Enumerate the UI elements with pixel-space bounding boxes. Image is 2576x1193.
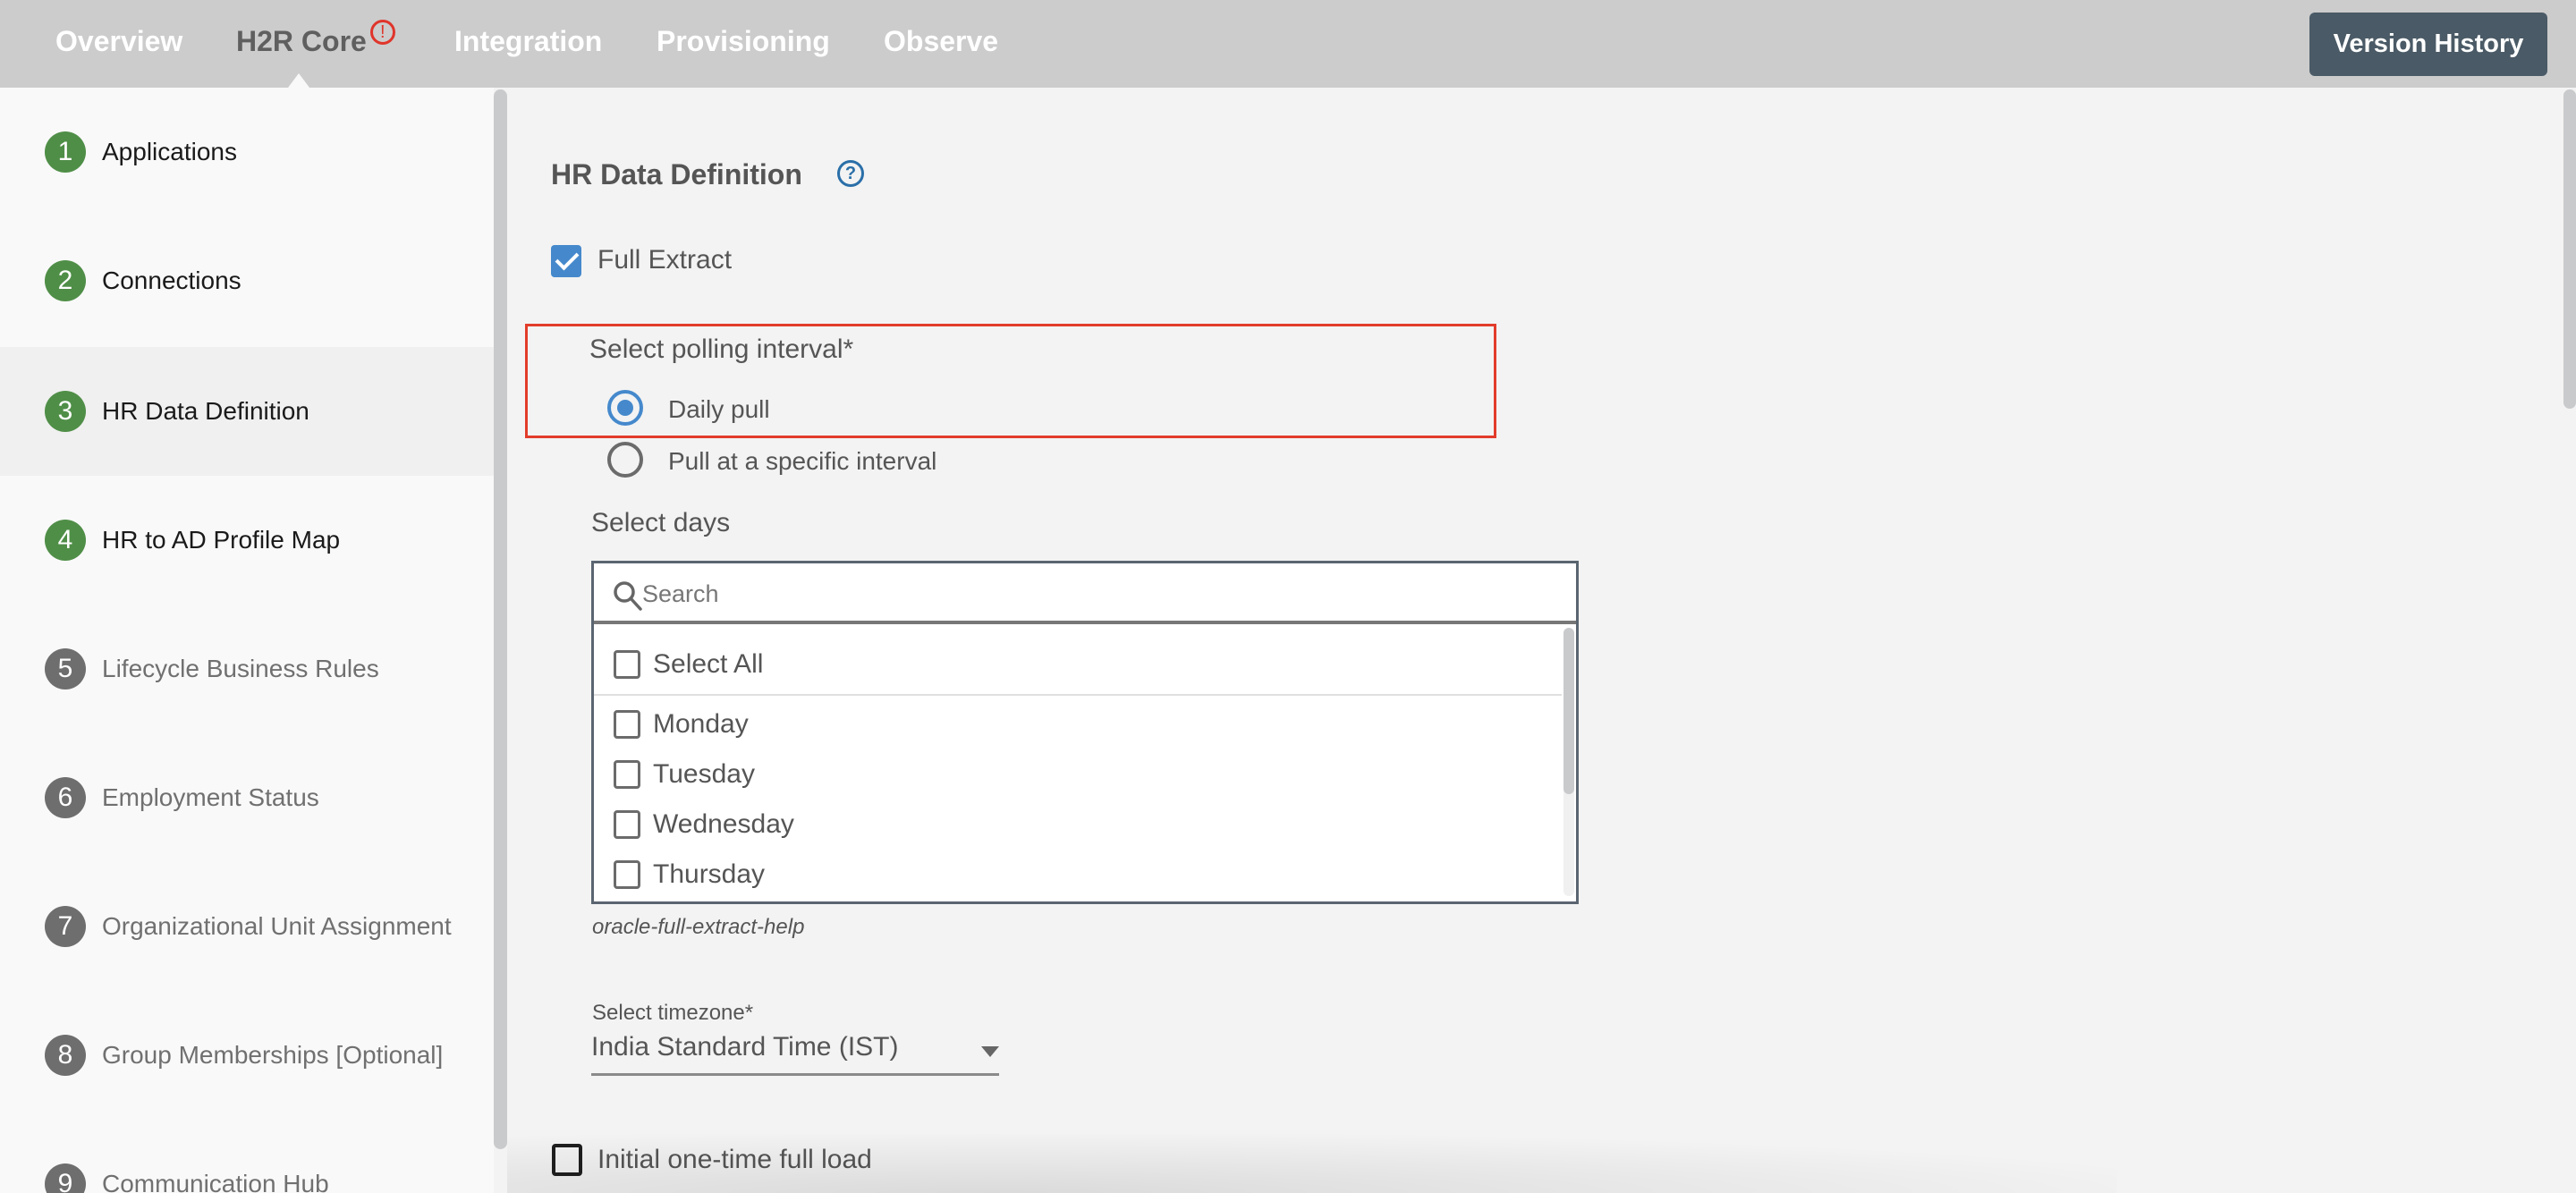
top-navigation: Overview H2R Core ! Integration Provisio… [0,0,2576,88]
step-label: Group Memberships [Optional] [102,1041,444,1069]
alert-icon: ! [369,20,395,45]
sidebar-step-lifecycle-business-rules[interactable]: 5 Lifecycle Business Rules [0,605,494,733]
day-option-thursday[interactable]: Thursday [594,850,1562,896]
select-all-checkbox[interactable] [614,650,640,679]
sidebar-step-organizational-unit-assignment[interactable]: 7 Organizational Unit Assignment [0,862,494,991]
daily-pull-radio[interactable] [607,390,643,426]
step-label: Connections [102,267,242,294]
day-label: Thursday [653,859,766,889]
day-checkbox[interactable] [614,710,640,739]
select-days-label: Select days [591,508,731,537]
specific-interval-radio[interactable] [607,442,643,478]
tab-integration[interactable]: Integration [454,25,602,58]
step-label: Organizational Unit Assignment [102,912,452,940]
help-icon[interactable]: ? [837,160,864,187]
main-content: HR Data Definition ? Full Extract Select… [507,88,2576,1193]
days-list-scrollbar[interactable] [1563,628,1574,896]
sidebar-step-applications[interactable]: 1 Applications [0,88,494,216]
step-label: HR to AD Profile Map [102,526,341,554]
day-option-monday[interactable]: Monday [594,699,1562,749]
full-extract-checkbox[interactable] [551,245,581,277]
page-title: HR Data Definition [551,158,802,190]
days-list: Select All Monday Tuesday Wednesday Thur… [594,628,1576,896]
sidebar-scrollbar[interactable] [494,89,507,1149]
steps-sidebar: 1 Applications 2 Connections 3 HR Data D… [0,88,494,1193]
tab-provisioning[interactable]: Provisioning [657,25,830,58]
main-scrollbar[interactable] [2563,89,2576,409]
step-label: Communication Hub [102,1170,329,1193]
step-label: HR Data Definition [102,397,309,425]
day-label: Tuesday [653,759,755,789]
initial-load-label: Initial one-time full load [597,1145,872,1174]
full-extract-label: Full Extract [597,245,733,275]
helper-text: oracle-full-extract-help [592,915,805,939]
day-checkbox[interactable] [614,860,640,889]
days-search [594,563,1576,624]
day-option-wednesday[interactable]: Wednesday [594,800,1562,850]
step-number-badge: 3 [45,391,86,432]
step-label: Lifecycle Business Rules [102,655,379,682]
timezone-value: India Standard Time (IST) [591,1032,899,1062]
tab-observe[interactable]: Observe [884,25,998,58]
search-icon [614,581,642,611]
sidebar-step-employment-status[interactable]: 6 Employment Status [0,733,494,862]
step-number-badge: 6 [45,777,86,818]
select-all-label: Select All [653,649,764,679]
active-tab-indicator [288,73,309,88]
select-all-option[interactable]: Select All [594,628,1562,696]
step-number-badge: 1 [45,131,86,173]
days-multiselect: Select All Monday Tuesday Wednesday Thur… [591,561,1579,904]
step-number-badge: 4 [45,520,86,561]
step-number-badge: 5 [45,648,86,690]
sidebar-step-communication-hub[interactable]: 9 Communication Hub [0,1120,494,1193]
tab-h2r-core-label: H2R Core [236,25,367,57]
day-checkbox[interactable] [614,760,640,789]
sidebar-step-group-memberships[interactable]: 8 Group Memberships [Optional] [0,991,494,1120]
daily-pull-label: Daily pull [668,395,770,423]
tab-h2r-core[interactable]: H2R Core ! [236,20,395,58]
day-label: Monday [653,709,749,739]
timezone-label: Select timezone* [592,1001,754,1025]
step-number-badge: 2 [45,260,86,301]
sidebar-step-hr-to-ad-profile-map[interactable]: 4 HR to AD Profile Map [0,476,494,605]
step-label: Applications [102,138,237,165]
sidebar-step-connections[interactable]: 2 Connections [0,216,494,345]
sidebar-step-hr-data-definition[interactable]: 3 HR Data Definition [0,347,494,476]
step-number-badge: 9 [45,1163,86,1193]
timezone-select[interactable]: India Standard Time (IST) [591,1027,999,1076]
specific-interval-label: Pull at a specific interval [668,447,937,475]
days-search-input[interactable] [642,576,1537,612]
initial-load-checkbox[interactable] [552,1144,582,1176]
step-number-badge: 8 [45,1035,86,1076]
step-number-badge: 7 [45,906,86,947]
days-list-scroll-thumb[interactable] [1563,628,1574,794]
dropdown-caret-icon [981,1046,999,1057]
day-option-tuesday[interactable]: Tuesday [594,749,1562,800]
polling-interval-label: Select polling interval* [589,334,854,364]
step-label: Employment Status [102,783,319,811]
version-history-button[interactable]: Version History [2309,13,2547,76]
day-label: Wednesday [653,809,794,839]
tab-overview[interactable]: Overview [55,25,182,58]
day-checkbox[interactable] [614,810,640,839]
